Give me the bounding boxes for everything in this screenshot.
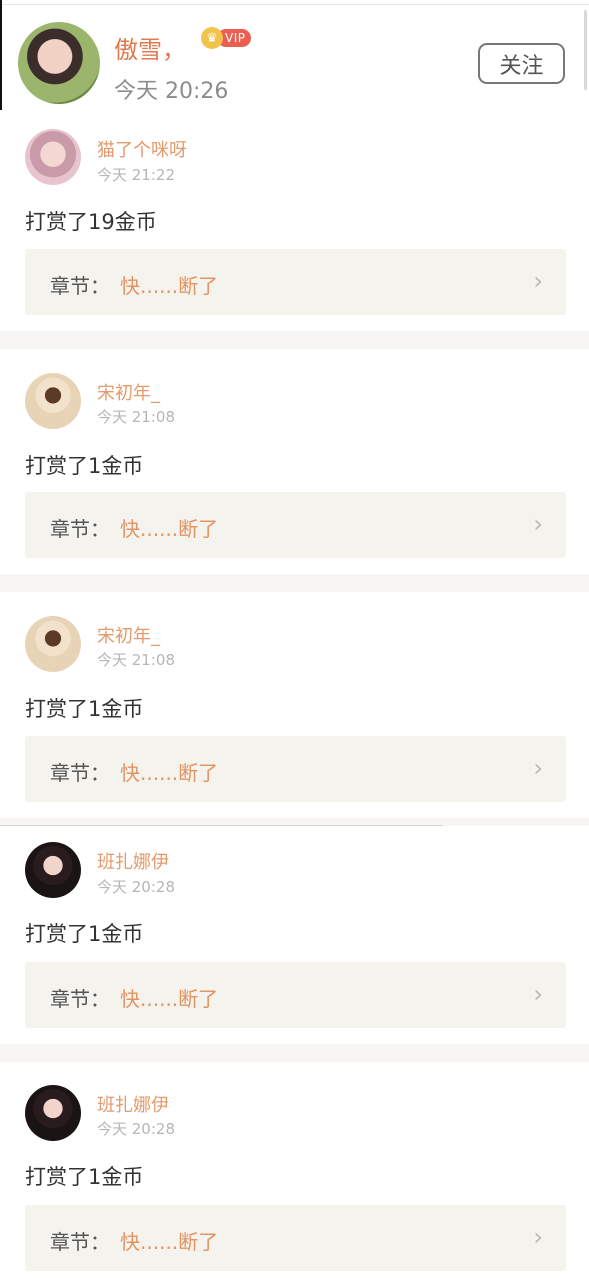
entry-separator: [0, 574, 589, 592]
chapter-label: 章节：: [50, 987, 110, 1011]
reward-text: 打赏了19金币: [25, 210, 157, 234]
entry-time: 今天 21:08: [97, 651, 175, 669]
vip-badge: ♛ VIP: [201, 27, 256, 49]
entry-separator: [0, 331, 589, 349]
chapter-label: 章节：: [50, 517, 110, 541]
follow-button[interactable]: 关注: [478, 43, 565, 84]
reward-text: 打赏了1金币: [25, 922, 144, 946]
user-avatar[interactable]: [25, 373, 81, 429]
author-time: 今天 20:26: [114, 79, 229, 104]
reward-entry: 猫了个咪呀 今天 21:22 打赏了19金币 章节： 快......断了 ›: [0, 118, 589, 331]
user-avatar[interactable]: [25, 129, 81, 185]
entry-time: 今天 20:28: [97, 878, 175, 896]
chevron-right-icon: ›: [533, 267, 543, 295]
edge-line: [0, 0, 2, 110]
user-avatar[interactable]: [25, 1085, 81, 1141]
reward-text: 打赏了1金币: [25, 1165, 144, 1189]
user-name[interactable]: 宋初年_: [97, 622, 160, 648]
user-name[interactable]: 宋初年_: [97, 379, 160, 405]
entry-time: 今天 20:28: [97, 1120, 175, 1138]
author-avatar[interactable]: [18, 22, 100, 104]
chapter-link[interactable]: 章节： 快......断了 ›: [25, 1205, 566, 1271]
chapter-label: 章节：: [50, 761, 110, 785]
chapter-title: 快......断了: [120, 1230, 219, 1254]
chevron-right-icon: ›: [533, 754, 543, 782]
chapter-title: 快......断了: [120, 761, 219, 785]
reward-text: 打赏了1金币: [25, 697, 144, 721]
user-avatar[interactable]: [25, 616, 81, 672]
chevron-right-icon: ›: [533, 510, 543, 538]
entry-time: 今天 21:08: [97, 408, 175, 426]
chevron-right-icon: ›: [533, 1223, 543, 1251]
chapter-link[interactable]: 章节： 快......断了 ›: [25, 249, 566, 315]
chapter-link[interactable]: 章节： 快......断了 ›: [25, 736, 566, 802]
chapter-label: 章节：: [50, 274, 110, 298]
reward-text: 打赏了1金币: [25, 454, 144, 478]
reward-entry: 宋初年_ 今天 21:08 打赏了1金币 章节： 快......断了 ›: [0, 592, 589, 818]
user-name[interactable]: 班扎娜伊: [97, 848, 169, 874]
author-header: 傲雪， ♛ VIP 今天 20:26 关注: [0, 0, 589, 118]
chapter-label: 章节：: [50, 1230, 110, 1254]
reward-entry: 班扎娜伊 今天 20:28 打赏了1金币 章节： 快......断了 ›: [0, 826, 589, 1044]
chapter-title: 快......断了: [120, 987, 219, 1011]
user-avatar[interactable]: [25, 842, 81, 898]
chapter-title: 快......断了: [120, 274, 219, 298]
reward-entry: 班扎娜伊 今天 20:28 打赏了1金币 章节： 快......断了 ›: [0, 1062, 589, 1280]
author-name[interactable]: 傲雪，: [114, 30, 186, 65]
chapter-link[interactable]: 章节： 快......断了 ›: [25, 962, 566, 1028]
chapter-link[interactable]: 章节： 快......断了 ›: [25, 492, 566, 558]
chevron-right-icon: ›: [533, 980, 543, 1008]
user-name[interactable]: 猫了个咪呀: [97, 136, 187, 162]
chapter-title: 快......断了: [120, 517, 219, 541]
entry-separator: [0, 1044, 589, 1062]
user-name[interactable]: 班扎娜伊: [97, 1091, 169, 1117]
crown-icon: ♛: [201, 27, 223, 49]
reward-entry: 宋初年_ 今天 21:08 打赏了1金币 章节： 快......断了 ›: [0, 349, 589, 574]
entry-time: 今天 21:22: [97, 166, 175, 184]
